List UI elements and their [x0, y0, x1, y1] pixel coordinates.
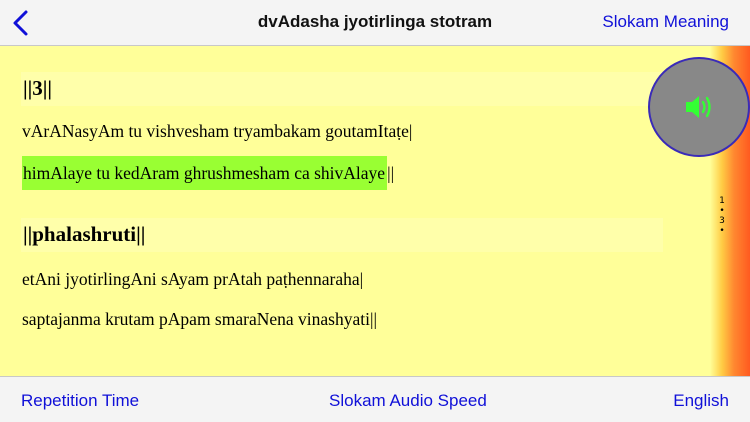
audio-speed-button[interactable]: Slokam Audio Speed — [329, 391, 487, 411]
verse-header: ||phalashruti|| — [21, 218, 663, 252]
index-dot: • — [719, 206, 725, 216]
verse-header: ||3|| — [21, 72, 663, 106]
index-dot: • — [719, 226, 725, 236]
bottom-toolbar: Repetition Time Slokam Audio Speed Engli… — [0, 376, 750, 422]
verse-line-end-mark: || — [387, 163, 395, 183]
index-item[interactable]: 3 — [714, 216, 730, 226]
verse-line-highlighted: himAlaye tu kedAram ghrushmesham ca shiv… — [21, 156, 395, 192]
language-button[interactable]: English — [673, 391, 729, 411]
audio-play-button[interactable] — [648, 57, 750, 157]
repetition-time-button[interactable]: Repetition Time — [21, 391, 139, 411]
navigation-bar: dvAdasha jyotirlinga stotram Slokam Mean… — [0, 0, 750, 46]
highlighted-text: himAlaye tu kedAram ghrushmesham ca shiv… — [22, 156, 388, 190]
verse-line: saptajanma krutam pApam smaraNena vinash… — [22, 309, 377, 329]
index-item[interactable]: 1 — [714, 196, 730, 206]
verse-line: etAni jyotirlingAni sAyam prAtah paṭhenn… — [22, 269, 364, 289]
speaker-icon — [686, 96, 711, 118]
verse-line: vArANasyAm tu vishvesham tryambakam gout… — [22, 121, 413, 141]
section-index[interactable]: 1 • 3 • — [714, 196, 730, 236]
stotram-content: ||3|| vArANasyAm tu vishvesham tryambaka… — [0, 46, 750, 376]
slokam-meaning-button[interactable]: Slokam Meaning — [602, 12, 729, 32]
